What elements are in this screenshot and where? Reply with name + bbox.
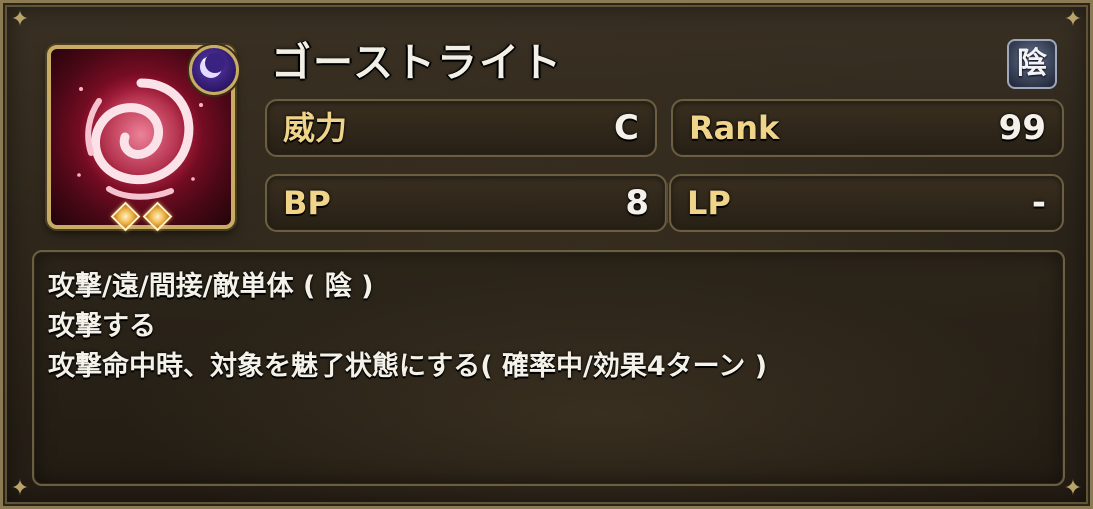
skill-detail-panel: ✦ ✦ ✦ ✦ ゴーストライト 陰 威力 C Rank 99 BP 8 LP -…	[0, 0, 1093, 509]
corner-ornament-icon: ✦	[10, 476, 30, 501]
corner-ornament-icon: ✦	[10, 7, 30, 32]
gem-diamond-icon	[142, 201, 173, 232]
stat-lp-label: LP	[687, 184, 731, 222]
skill-gems	[107, 201, 177, 232]
stat-bp: BP 8	[265, 174, 667, 232]
stat-lp-value: -	[1031, 183, 1046, 223]
stat-rank-label: Rank	[689, 109, 780, 147]
stat-power-value: C	[614, 108, 639, 148]
stat-bp-value: 8	[625, 183, 649, 223]
gem-diamond-icon	[110, 201, 141, 232]
stat-rank-value: 99	[998, 108, 1046, 148]
skill-description: 攻撃/遠/間接/敵単体 ( 陰 ) 攻撃する 攻撃命中時、対象を魅了状態にする(…	[32, 250, 1065, 486]
description-line: 攻撃する	[48, 311, 156, 342]
stat-bp-label: BP	[283, 184, 331, 222]
stat-lp: LP -	[669, 174, 1064, 232]
description-line: 攻撃/遠/間接/敵単体 ( 陰 )	[48, 271, 374, 302]
crescent-moon-icon	[189, 45, 239, 95]
stat-rank: Rank 99	[671, 99, 1064, 157]
stat-divider	[666, 183, 668, 223]
stat-power: 威力 C	[265, 99, 657, 157]
skill-name: ゴーストライト	[271, 40, 563, 86]
description-line: 攻撃命中時、対象を魅了状態にする( 確率中/効果4ターン )	[48, 351, 768, 382]
corner-ornament-icon: ✦	[1063, 7, 1083, 32]
attribute-badge: 陰	[1007, 39, 1057, 89]
stat-power-label: 威力	[283, 109, 348, 147]
